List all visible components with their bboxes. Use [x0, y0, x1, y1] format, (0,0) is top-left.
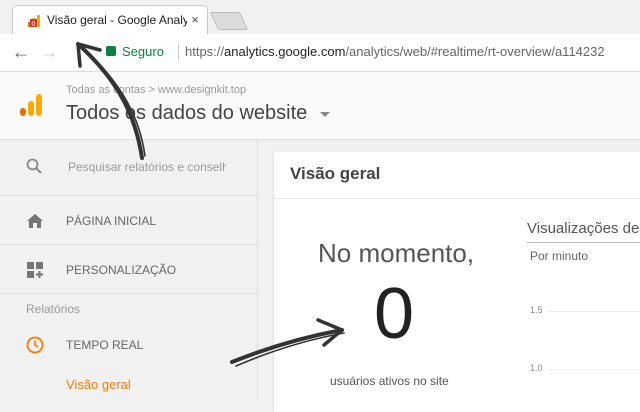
tab-title: Visão geral - Google Analytics [47, 13, 187, 27]
back-arrow-icon[interactable]: ← [12, 42, 30, 63]
browser-tab-bar: 0 Visão geral - Google Analytics × [0, 0, 640, 34]
sidebar-item-label: TEMPO REAL [66, 338, 144, 352]
sidebar-item-realtime[interactable]: TEMPO REAL [0, 326, 258, 362]
browser-tab[interactable]: 0 Visão geral - Google Analytics × [12, 5, 208, 34]
sidebar: Pesquisar relatórios e conselhos PÁGINA … [0, 140, 258, 400]
url-text: https://analytics.google.com/analytics/w… [185, 44, 605, 59]
sidebar-item-label: PERSONALIZAÇÃO [66, 263, 177, 277]
per-minute-label: Por minuto [530, 249, 589, 263]
url-scheme: https:// [185, 44, 225, 59]
address-bar[interactable]: Seguro https://analytics.google.com/anal… [68, 40, 640, 66]
home-icon [27, 214, 43, 228]
page-title: Visão geral [290, 164, 381, 183]
sidebar-item-home[interactable]: PÁGINA INICIAL [0, 197, 258, 245]
chart-title-underline [527, 242, 640, 243]
new-tab-button[interactable] [209, 12, 249, 30]
active-users-count: 0 [374, 274, 415, 354]
search-icon [26, 158, 42, 174]
chart-gridline [548, 369, 640, 370]
sidebar-item-label: PÁGINA INICIAL [66, 214, 157, 228]
active-users-label: usuários ativos no site [330, 374, 449, 388]
forward-arrow-icon[interactable]: → [40, 42, 58, 63]
account-breadcrumb[interactable]: Todas as contas > www.designkit.top [66, 84, 246, 96]
svg-text:0: 0 [32, 21, 36, 28]
customization-icon [27, 262, 43, 278]
y-tick-label: 1.5 [530, 305, 543, 315]
url-host: analytics.google.com [224, 44, 346, 59]
clock-icon [26, 336, 44, 354]
sidebar-item-overview[interactable]: Visão geral [66, 377, 131, 392]
realtime-overview-panel: Visão geral No momento, 0 usuários ativo… [274, 152, 640, 412]
property-view-selector[interactable]: Todos os dados do website [66, 102, 307, 125]
now-label: No momento, [318, 238, 475, 268]
google-analytics-logo-icon [20, 94, 42, 116]
url-path: /analytics/web/#realtime/rt-overview/a11… [345, 44, 605, 59]
chevron-down-icon[interactable] [320, 112, 330, 117]
lock-icon [106, 46, 116, 56]
panel-divider [274, 198, 640, 199]
y-tick-label: 1.0 [530, 363, 543, 373]
sidebar-item-customization[interactable]: PERSONALIZAÇÃO [0, 246, 258, 294]
report-search[interactable]: Pesquisar relatórios e conselhos [0, 140, 258, 196]
tab-close-icon[interactable]: × [191, 12, 199, 27]
reports-section-label: Relatórios [26, 302, 81, 316]
analytics-header: Todas as contas > www.designkit.top Todo… [0, 72, 640, 140]
search-input[interactable]: Pesquisar relatórios e conselhos [68, 160, 226, 174]
secure-label: Seguro [122, 44, 164, 59]
browser-toolbar: ← → Seguro https://analytics.google.com/… [0, 34, 640, 72]
pageviews-chart-title: Visualizações de [527, 220, 640, 237]
analytics-favicon-icon: 0 [28, 15, 40, 28]
chart-gridline [548, 311, 640, 312]
omnibox-separator [178, 43, 179, 61]
